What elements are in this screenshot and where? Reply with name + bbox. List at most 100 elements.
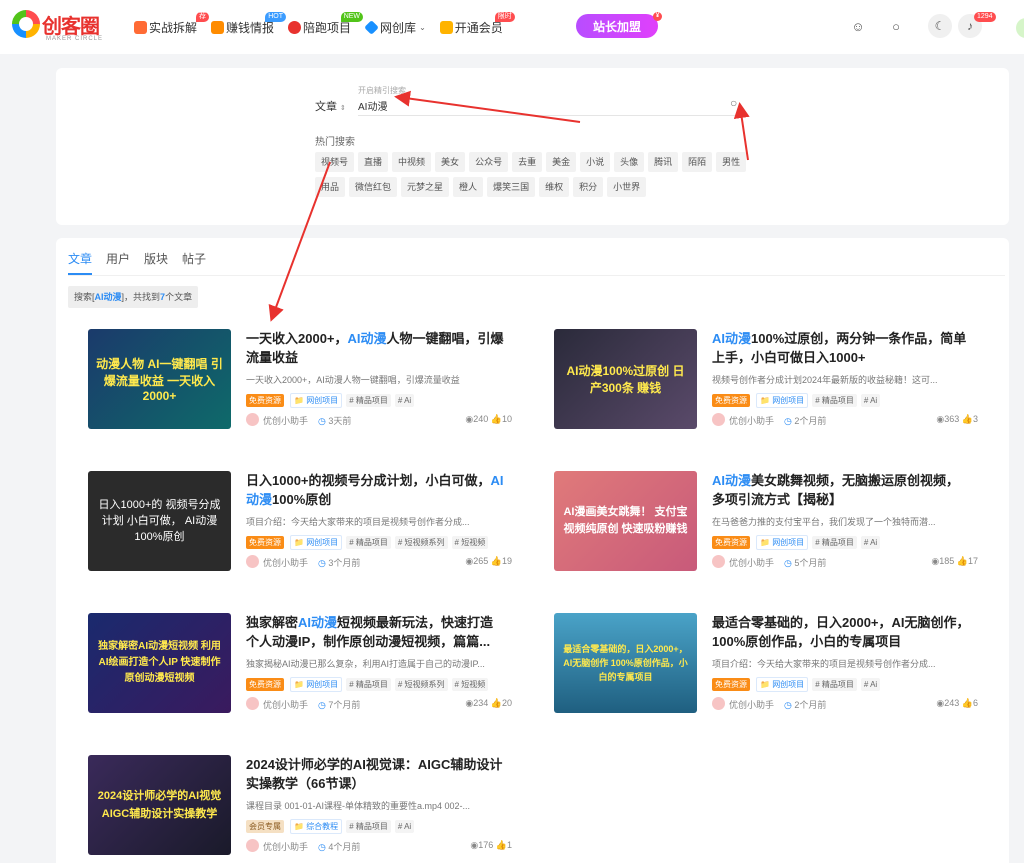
category-link[interactable]: 📁 网创项目 xyxy=(756,677,809,692)
article-title[interactable]: 日入1000+的视频号分成计划，小白可做，AI动漫100%原创 xyxy=(246,471,506,509)
tag-link[interactable]: # Ai xyxy=(860,536,881,549)
hot-tag[interactable]: 维权 xyxy=(539,177,570,197)
tag-link[interactable]: # 精品项目 xyxy=(346,820,391,833)
tag-link[interactable]: # 精品项目 xyxy=(812,394,857,407)
hot-tag[interactable]: 直播 xyxy=(358,152,389,172)
hot-tag[interactable]: 美金 xyxy=(546,152,577,172)
author-avatar[interactable] xyxy=(712,413,725,426)
hot-tag[interactable]: 中视频 xyxy=(392,152,432,172)
access-badge[interactable]: 免费资源 xyxy=(246,394,284,407)
tag-link[interactable]: # 短视频系列 xyxy=(394,536,448,549)
hot-tag[interactable]: 腾讯 xyxy=(648,152,679,172)
search-type-select[interactable]: 文章 ⇕ xyxy=(315,98,346,114)
tag-link[interactable]: # Ai xyxy=(860,678,881,691)
author-name[interactable]: 优创小助手 xyxy=(263,414,308,427)
article-title[interactable]: 最适合零基础的，日入2000+，AI无脑创作，100%原创作品，小白的专属项目 xyxy=(712,613,972,651)
article-card[interactable]: 日入1000+的 视频号分成计划 小白可做， AI动漫100%原创 日入1000… xyxy=(88,471,512,581)
article-thumbnail[interactable]: 日入1000+的 视频号分成计划 小白可做， AI动漫100%原创 xyxy=(88,471,231,571)
article-thumbnail[interactable]: 2024设计师必学的AI视觉 AIGC辅助设计实操教学 xyxy=(88,755,231,855)
hot-tag[interactable]: 微信红包 xyxy=(349,177,398,197)
nav-item-coaching[interactable]: 陪跑项目 NEW xyxy=(288,0,364,54)
article-thumbnail[interactable]: AI动漫100%过原创 日产300条 赚钱 xyxy=(554,329,697,429)
tag-link[interactable]: # 精品项目 xyxy=(346,678,391,691)
hot-tag[interactable]: 用品 xyxy=(315,177,346,197)
hot-tag[interactable]: 积分 xyxy=(573,177,604,197)
author-name[interactable]: 优创小助手 xyxy=(263,840,308,853)
category-link[interactable]: 📁 网创项目 xyxy=(290,535,343,550)
category-link[interactable]: 📁 网创项目 xyxy=(756,535,809,550)
article-title[interactable]: 独家解密AI动漫短视频最新玩法，快速打造个人动漫IP，制作原创动漫短视频，篇篇.… xyxy=(246,613,506,651)
hot-tag[interactable]: 去重 xyxy=(512,152,543,172)
tab-articles[interactable]: 文章 xyxy=(68,250,93,275)
access-badge[interactable]: 免费资源 xyxy=(712,394,750,407)
author-name[interactable]: 优创小助手 xyxy=(729,556,774,569)
article-card[interactable]: 2024设计师必学的AI视觉 AIGC辅助设计实操教学 2024设计师必学的AI… xyxy=(88,755,512,863)
article-thumbnail[interactable]: AI漫画美女跳舞！ 支付宝视频纯原创 快速吸粉赚钱 xyxy=(554,471,697,571)
author-avatar[interactable] xyxy=(246,555,259,568)
hot-tag[interactable]: 视频号 xyxy=(315,152,355,172)
article-title[interactable]: 一天收入2000+，AI动漫人物一键翻唱，引爆流量收益 xyxy=(246,329,506,367)
author-name[interactable]: 优创小助手 xyxy=(263,698,308,711)
tab-posts[interactable]: 帖子 xyxy=(182,250,206,275)
tab-users[interactable]: 用户 xyxy=(106,250,130,275)
article-thumbnail[interactable]: 独家解密AI动漫短视频 利用AI绘画打造个人IP 快速制作原创动漫短视频 xyxy=(88,613,231,713)
article-card[interactable]: 动漫人物 AI一键翻唱 引爆流量收益 一天收入2000+ 一天收入2000+，A… xyxy=(88,329,512,439)
author-avatar[interactable] xyxy=(712,555,725,568)
tag-link[interactable]: # 精品项目 xyxy=(812,536,857,549)
access-badge[interactable]: 免费资源 xyxy=(712,536,750,549)
tag-link[interactable]: # Ai xyxy=(860,394,881,407)
article-card[interactable]: 独家解密AI动漫短视频 利用AI绘画打造个人IP 快速制作原创动漫短视频 独家解… xyxy=(88,613,512,723)
hot-tag[interactable]: 小说 xyxy=(580,152,611,172)
tag-link[interactable]: # 短视频 xyxy=(451,678,489,691)
nav-item-practical[interactable]: 实战拆解 荐 xyxy=(134,0,210,54)
author-avatar[interactable] xyxy=(712,697,725,710)
category-link[interactable]: 📁 网创项目 xyxy=(290,393,343,408)
hot-tag[interactable]: 元梦之星 xyxy=(401,177,450,197)
tag-link[interactable]: # Ai xyxy=(394,820,415,833)
article-title[interactable]: 2024设计师必学的AI视觉课：AIGC辅助设计实操教学（66节课） xyxy=(246,755,506,793)
franchise-button[interactable]: 站长加盟 ¥ xyxy=(576,12,662,38)
category-link[interactable]: 📁 综合教程 xyxy=(290,819,343,834)
hot-tag[interactable]: 美女 xyxy=(435,152,466,172)
tab-sections[interactable]: 版块 xyxy=(144,250,168,275)
article-card[interactable]: AI动漫100%过原创 日产300条 赚钱 AI动漫100%过原创，两分钟一条作… xyxy=(554,329,978,439)
tag-link[interactable]: # 精品项目 xyxy=(346,536,391,549)
article-card[interactable]: 最适合零基础的，日入2000+， AI无脑创作 100%原创作品，小白的专属项目… xyxy=(554,613,978,723)
site-logo[interactable]: 创客圈 MAKER CIRCLE xyxy=(12,8,112,46)
nav-item-intel[interactable]: 赚钱情报 HOT xyxy=(211,0,287,54)
access-badge[interactable]: 免费资源 xyxy=(712,678,750,691)
tag-link[interactable]: # 精品项目 xyxy=(812,678,857,691)
article-thumbnail[interactable]: 动漫人物 AI一键翻唱 引爆流量收益 一天收入2000+ xyxy=(88,329,231,429)
search-input[interactable] xyxy=(358,96,746,116)
user-avatar[interactable] xyxy=(1016,18,1024,38)
support-icon[interactable]: ☺ xyxy=(848,17,868,37)
article-title[interactable]: AI动漫美女跳舞视频，无脑搬运原创视频，多项引流方式【揭秘】 xyxy=(712,471,972,509)
hot-tag[interactable]: 橙人 xyxy=(453,177,484,197)
hot-tag[interactable]: 公众号 xyxy=(469,152,509,172)
hot-tag[interactable]: 爆笑三国 xyxy=(487,177,536,197)
category-link[interactable]: 📁 网创项目 xyxy=(756,393,809,408)
search-icon[interactable]: ○ xyxy=(886,17,906,37)
author-name[interactable]: 优创小助手 xyxy=(729,414,774,427)
dark-mode-icon[interactable]: ☾ xyxy=(928,14,952,38)
hot-tag[interactable]: 头像 xyxy=(614,152,645,172)
hot-tag[interactable]: 小世界 xyxy=(607,177,647,197)
author-avatar[interactable] xyxy=(246,839,259,852)
tag-link[interactable]: # Ai xyxy=(394,394,415,407)
author-avatar[interactable] xyxy=(246,697,259,710)
category-link[interactable]: 📁 网创项目 xyxy=(290,677,343,692)
access-badge[interactable]: 会员专属 xyxy=(246,820,284,833)
hot-tag[interactable]: 陌陌 xyxy=(682,152,713,172)
access-badge[interactable]: 免费资源 xyxy=(246,536,284,549)
article-title[interactable]: AI动漫100%过原创，两分钟一条作品，简单上手，小白可做日入1000+ xyxy=(712,329,972,367)
access-badge[interactable]: 免费资源 xyxy=(246,678,284,691)
nav-item-membership[interactable]: 开通会员 限时 xyxy=(439,0,515,54)
tag-link[interactable]: # 短视频 xyxy=(451,536,489,549)
tag-link[interactable]: # 精品项目 xyxy=(346,394,391,407)
author-avatar[interactable] xyxy=(246,413,259,426)
article-thumbnail[interactable]: 最适合零基础的，日入2000+， AI无脑创作 100%原创作品，小白的专属项目 xyxy=(554,613,697,713)
search-submit-icon[interactable]: ○ xyxy=(730,96,746,112)
article-card[interactable]: AI漫画美女跳舞！ 支付宝视频纯原创 快速吸粉赚钱 AI动漫美女跳舞视频，无脑搬… xyxy=(554,471,978,581)
author-name[interactable]: 优创小助手 xyxy=(263,556,308,569)
hot-tag[interactable]: 男性 xyxy=(716,152,747,172)
